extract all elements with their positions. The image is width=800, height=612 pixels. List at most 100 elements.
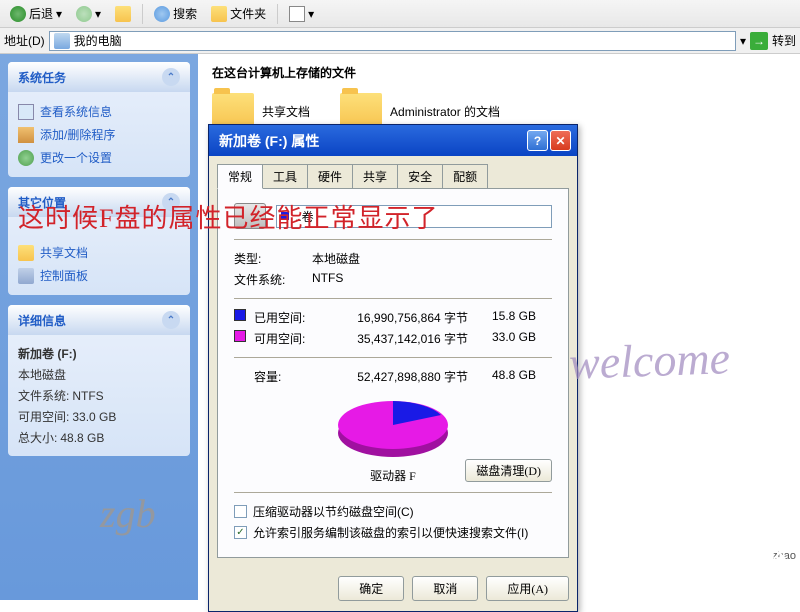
used-label: 已用空间:	[254, 309, 316, 326]
checkbox-checked-icon: ✓	[234, 526, 247, 539]
panel-header[interactable]: 其它位置 ⌃	[8, 187, 190, 217]
place-control-panel[interactable]: 控制面板	[18, 264, 180, 287]
close-button[interactable]: ✕	[550, 130, 571, 151]
folders-icon	[211, 6, 227, 22]
used-gb: 15.8 GB	[476, 309, 536, 326]
panel-title: 详细信息	[18, 312, 66, 329]
task-change-setting[interactable]: 更改一个设置	[18, 146, 180, 169]
address-label: 地址(D)	[4, 32, 45, 49]
search-button[interactable]: 搜索	[148, 3, 203, 24]
tab-sharing[interactable]: 共享	[352, 164, 398, 188]
collapse-icon: ⌃	[162, 311, 180, 329]
explorer-toolbar: 后退 ▾ ▾ 搜索 文件夹 ▾	[0, 0, 800, 28]
index-checkbox-row[interactable]: ✓允许索引服务编制该磁盘的索引以便快速搜索文件(I)	[234, 522, 552, 543]
task-add-remove[interactable]: 添加/删除程序	[18, 123, 180, 146]
separator	[142, 4, 143, 24]
tab-hardware[interactable]: 硬件	[307, 164, 353, 188]
forward-icon	[76, 6, 92, 22]
other-places-panel: 其它位置 ⌃ 共享文档 控制面板	[8, 187, 190, 295]
dialog-titlebar[interactable]: 新加卷 (F:) 属性 ? ✕	[209, 125, 577, 156]
task-view-sysinfo[interactable]: 查看系统信息	[18, 100, 180, 123]
add-remove-icon	[18, 127, 34, 143]
fs-label: 文件系统:	[234, 271, 312, 288]
search-label: 搜索	[173, 5, 197, 22]
drive-icon	[234, 203, 266, 229]
help-button[interactable]: ?	[527, 130, 548, 151]
cancel-button[interactable]: 取消	[412, 576, 478, 601]
baidu-watermark: Baidu 经验 jingyan.baidu.com	[685, 545, 786, 586]
disk-usage-pie	[328, 395, 458, 463]
ok-button[interactable]: 确定	[338, 576, 404, 601]
details-panel: 详细信息 ⌃ 新加卷 (F:) 本地磁盘 文件系统: NTFS 可用空间: 33…	[8, 305, 190, 456]
dropdown-icon: ▾	[308, 7, 314, 21]
free-swatch	[234, 330, 246, 342]
free-bytes: 35,437,142,016 字节	[316, 330, 468, 347]
folders-button[interactable]: 文件夹	[205, 3, 272, 24]
collapse-icon: ⌃	[162, 68, 180, 86]
details-free: 33.0 GB	[72, 410, 116, 424]
dialog-title: 新加卷 (F:) 属性	[219, 131, 319, 151]
address-value: 我的电脑	[74, 32, 122, 49]
panel-header[interactable]: 详细信息 ⌃	[8, 305, 190, 335]
capacity-gb: 48.8 GB	[476, 368, 536, 385]
view-button[interactable]: ▾	[283, 4, 320, 24]
tab-tools[interactable]: 工具	[262, 164, 308, 188]
dropdown-icon: ▾	[56, 7, 62, 21]
computer-icon	[54, 33, 70, 49]
type-value: 本地磁盘	[312, 250, 360, 267]
back-icon	[10, 6, 26, 22]
type-label: 类型:	[234, 250, 312, 267]
tab-security[interactable]: 安全	[397, 164, 443, 188]
back-label: 后退	[29, 5, 53, 22]
task-pane: 系统任务 ⌃ 查看系统信息 添加/删除程序 更改一个设置 其它位置 ⌃ 共享文档…	[0, 54, 198, 600]
separator	[277, 4, 278, 24]
capacity-label: 容量:	[254, 368, 316, 385]
details-fs: NTFS	[72, 389, 103, 403]
address-bar: 地址(D) 我的电脑 ▾ → 转到	[0, 28, 800, 54]
tab-general[interactable]: 常规	[217, 164, 263, 189]
panel-title: 其它位置	[18, 194, 66, 211]
properties-dialog: 新加卷 (F:) 属性 ? ✕ 常规 工具 硬件 共享 安全 配额 ..卷 类型…	[208, 124, 578, 612]
fs-value: NTFS	[312, 271, 343, 288]
dropdown-icon[interactable]: ▾	[740, 34, 746, 48]
volume-name-input[interactable]: ..卷	[276, 205, 552, 228]
panel-title: 系统任务	[18, 69, 66, 86]
compress-checkbox-row[interactable]: 压缩驱动器以节约磁盘空间(C)	[234, 501, 552, 522]
apply-button[interactable]: 应用(A)	[486, 576, 569, 601]
section-title: 在这台计算机上存储的文件	[212, 64, 786, 81]
folder-label: 共享文档	[262, 103, 310, 120]
used-bytes: 16,990,756,864 字节	[316, 309, 468, 326]
folders-label: 文件夹	[230, 5, 266, 22]
collapse-icon: ⌃	[162, 193, 180, 211]
folder-label: Administrator 的文档	[390, 103, 510, 120]
capacity-bytes: 52,427,898,880 字节	[316, 368, 468, 385]
system-tasks-panel: 系统任务 ⌃ 查看系统信息 添加/删除程序 更改一个设置	[8, 62, 190, 177]
folder-up-icon	[115, 6, 131, 22]
address-input[interactable]: 我的电脑	[49, 31, 736, 51]
tab-quota[interactable]: 配额	[442, 164, 488, 188]
control-panel-icon	[18, 268, 34, 284]
panel-header[interactable]: 系统任务 ⌃	[8, 62, 190, 92]
search-icon	[154, 6, 170, 22]
drive-caption: 驱动器 F	[370, 467, 416, 484]
info-icon	[18, 104, 34, 120]
dropdown-icon: ▾	[95, 7, 101, 21]
back-button[interactable]: 后退 ▾	[4, 3, 68, 24]
free-label: 可用空间:	[254, 330, 316, 347]
settings-icon	[18, 150, 34, 166]
dialog-footer: 确定 取消 应用(A)	[209, 566, 577, 611]
go-label: 转到	[772, 32, 796, 49]
go-button[interactable]: →	[750, 32, 768, 50]
used-swatch	[234, 309, 246, 321]
tab-page-general: ..卷 类型:本地磁盘 文件系统:NTFS 已用空间:16,990,756,86…	[217, 188, 569, 558]
disk-cleanup-button[interactable]: 磁盘清理(D)	[465, 459, 552, 482]
place-shared-docs[interactable]: 共享文档	[18, 241, 180, 264]
tab-strip: 常规 工具 硬件 共享 安全 配额	[217, 164, 569, 188]
folder-icon	[18, 245, 34, 261]
details-total: 48.8 GB	[60, 431, 104, 445]
up-button[interactable]	[109, 4, 137, 24]
details-name: 新加卷 (F:)	[18, 347, 77, 361]
view-icon	[289, 6, 305, 22]
forward-button[interactable]: ▾	[70, 4, 107, 24]
details-type: 本地磁盘	[18, 364, 180, 385]
